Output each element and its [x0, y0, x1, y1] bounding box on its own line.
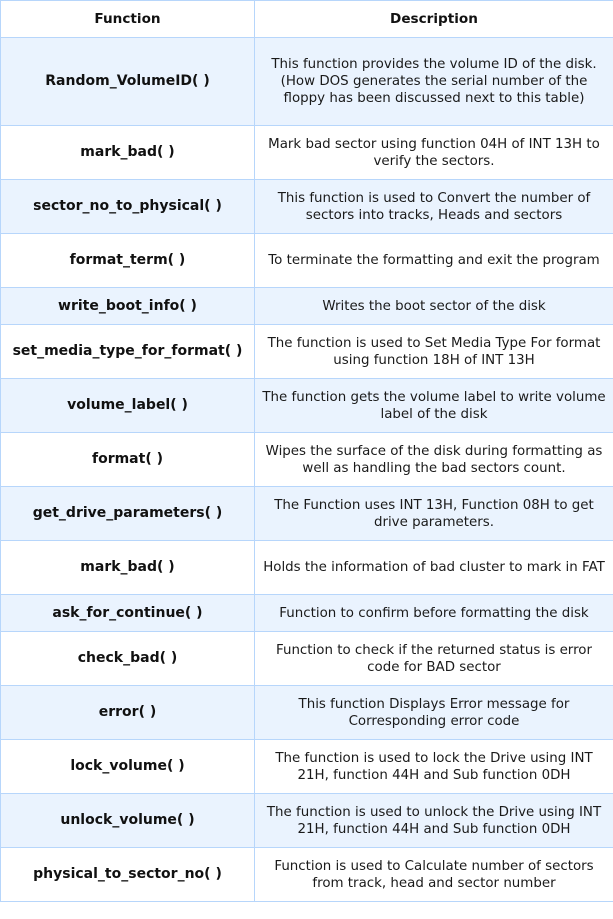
- function-description-cell: Mark bad sector using function 04H of IN…: [254, 125, 613, 180]
- table-header-row: Function Description: [0, 0, 613, 38]
- function-description-cell: Wipes the surface of the disk during for…: [254, 432, 613, 487]
- function-description-cell: Writes the boot sector of the disk: [254, 287, 613, 325]
- column-header-function: Function: [0, 0, 255, 38]
- function-name-cell: write_boot_info( ): [0, 287, 255, 325]
- function-name-cell: get_drive_parameters( ): [0, 486, 255, 541]
- table-row: mark_bad( ) Mark bad sector using functi…: [0, 125, 613, 180]
- table-row: Random_VolumeID( ) This function provide…: [0, 37, 613, 126]
- function-description-cell: The Function uses INT 13H, Function 08H …: [254, 486, 613, 541]
- table-row: sector_no_to_physical( ) This function i…: [0, 179, 613, 234]
- function-name-cell: physical_to_sector_no( ): [0, 847, 255, 902]
- function-description-cell: The function is used to lock the Drive u…: [254, 739, 613, 794]
- function-description-cell: The function is used to unlock the Drive…: [254, 793, 613, 848]
- function-name-cell: mark_bad( ): [0, 125, 255, 180]
- table-row: format( ) Wipes the surface of the disk …: [0, 432, 613, 487]
- function-name-cell: unlock_volume( ): [0, 793, 255, 848]
- table-row: mark_bad( ) Holds the information of bad…: [0, 540, 613, 595]
- function-description-cell: This function Displays Error message for…: [254, 685, 613, 740]
- function-description-cell: Holds the information of bad cluster to …: [254, 540, 613, 595]
- table-row: write_boot_info( ) Writes the boot secto…: [0, 287, 613, 325]
- table-row: volume_label( ) The function gets the vo…: [0, 378, 613, 433]
- function-name-cell: volume_label( ): [0, 378, 255, 433]
- function-name-cell: format( ): [0, 432, 255, 487]
- function-name-cell: error( ): [0, 685, 255, 740]
- function-name-cell: ask_for_continue( ): [0, 594, 255, 632]
- function-description-cell: Function to check if the returned status…: [254, 631, 613, 686]
- table-row: format_term( ) To terminate the formatti…: [0, 233, 613, 288]
- table-row: unlock_volume( ) The function is used to…: [0, 793, 613, 848]
- function-description-cell: The function is used to Set Media Type F…: [254, 324, 613, 379]
- function-name-cell: mark_bad( ): [0, 540, 255, 595]
- function-description-cell: To terminate the formatting and exit the…: [254, 233, 613, 288]
- table-row: get_drive_parameters( ) The Function use…: [0, 486, 613, 541]
- function-description-cell: Function to confirm before formatting th…: [254, 594, 613, 632]
- functions-table: Function Description Random_VolumeID( ) …: [0, 0, 613, 902]
- column-header-description: Description: [254, 0, 613, 38]
- function-name-cell: check_bad( ): [0, 631, 255, 686]
- function-name-cell: lock_volume( ): [0, 739, 255, 794]
- table-row: set_media_type_for_format( ) The functio…: [0, 324, 613, 379]
- table-row: error( ) This function Displays Error me…: [0, 685, 613, 740]
- function-description-cell: Function is used to Calculate number of …: [254, 847, 613, 902]
- table-row: check_bad( ) Function to check if the re…: [0, 631, 613, 686]
- function-name-cell: Random_VolumeID( ): [0, 37, 255, 126]
- function-name-cell: sector_no_to_physical( ): [0, 179, 255, 234]
- function-name-cell: set_media_type_for_format( ): [0, 324, 255, 379]
- table-row: ask_for_continue( ) Function to confirm …: [0, 594, 613, 632]
- table-row: lock_volume( ) The function is used to l…: [0, 739, 613, 794]
- function-description-cell: The function gets the volume label to wr…: [254, 378, 613, 433]
- table-row: physical_to_sector_no( ) Function is use…: [0, 847, 613, 902]
- function-description-cell: This function is used to Convert the num…: [254, 179, 613, 234]
- function-description-cell: This function provides the volume ID of …: [254, 37, 613, 126]
- function-name-cell: format_term( ): [0, 233, 255, 288]
